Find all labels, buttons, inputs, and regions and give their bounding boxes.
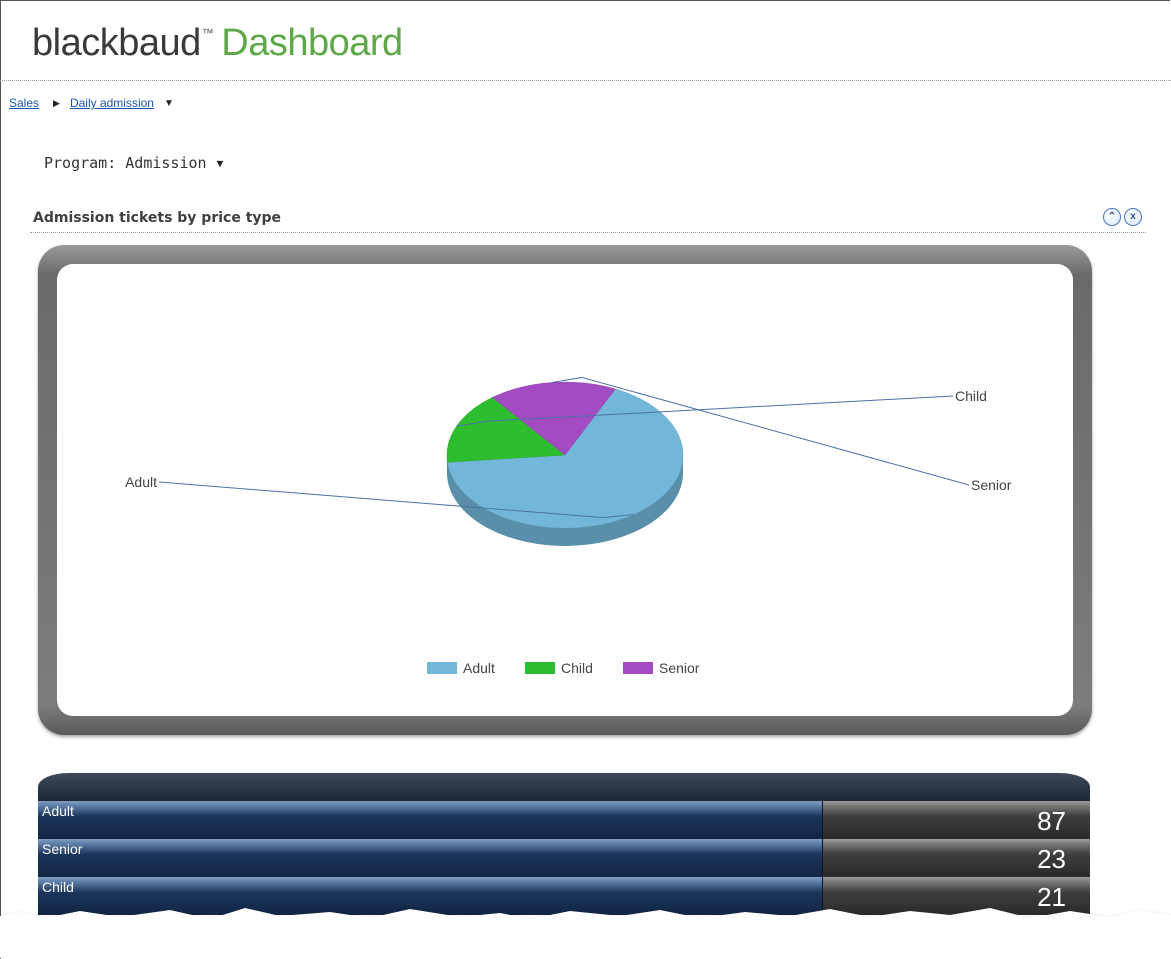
program-selector[interactable]: Program: Admission ▼ <box>44 154 223 172</box>
summary-table: Adult 87 Senior 23 Child 21 <box>38 773 1090 921</box>
panel-title: Admission tickets by price type <box>33 210 282 226</box>
program-label: Program: Admission <box>44 154 207 172</box>
breadcrumb-link-daily-admission[interactable]: Daily admission <box>70 96 154 110</box>
torn-edge <box>0 908 1171 958</box>
breadcrumb-dropdown-icon[interactable]: ▼ <box>164 98 174 109</box>
app-logo: blackbaud™ Dashboard <box>32 22 403 65</box>
legend-swatch-adult <box>427 662 457 674</box>
legend-label-senior: Senior <box>659 660 700 676</box>
legend-swatch-child <box>525 662 555 674</box>
table-header <box>38 773 1090 801</box>
app-header: blackbaud™ Dashboard <box>0 0 1171 81</box>
data-label-senior: Senior <box>971 477 1012 493</box>
brand-name: blackbaud <box>32 22 201 64</box>
panel-divider <box>30 232 1146 233</box>
table-row: Adult 87 <box>38 801 1090 839</box>
app-name: Dashboard <box>221 22 403 64</box>
legend-label-child: Child <box>561 660 593 676</box>
chevron-down-icon[interactable]: ▼ <box>217 157 224 170</box>
data-label-child: Child <box>955 388 987 404</box>
breadcrumb-link-sales[interactable]: Sales <box>9 96 39 110</box>
close-icon[interactable]: x <box>1124 208 1142 226</box>
data-label-adult: Adult <box>125 474 157 490</box>
legend-label-adult: Adult <box>463 660 495 676</box>
collapse-icon[interactable]: ⌃ <box>1103 208 1121 226</box>
row-value: 23 <box>1037 844 1066 874</box>
row-label: Child <box>42 879 74 895</box>
chart-area: Adult Child Senior Adult Child Senior <box>57 264 1073 716</box>
breadcrumb: Sales ▶ Daily admission ▼ <box>9 96 174 110</box>
row-label: Senior <box>42 841 83 857</box>
breadcrumb-separator-icon: ▶ <box>53 97 60 108</box>
chart-frame: Adult Child Senior Adult Child Senior <box>38 245 1092 735</box>
pie-chart: Adult Child Senior Adult Child Senior <box>125 376 1012 676</box>
table-row: Senior 23 <box>38 839 1090 877</box>
legend-swatch-senior <box>623 662 653 674</box>
row-value: 87 <box>1037 806 1066 836</box>
row-label: Adult <box>42 803 74 819</box>
trademark: ™ <box>201 26 214 40</box>
